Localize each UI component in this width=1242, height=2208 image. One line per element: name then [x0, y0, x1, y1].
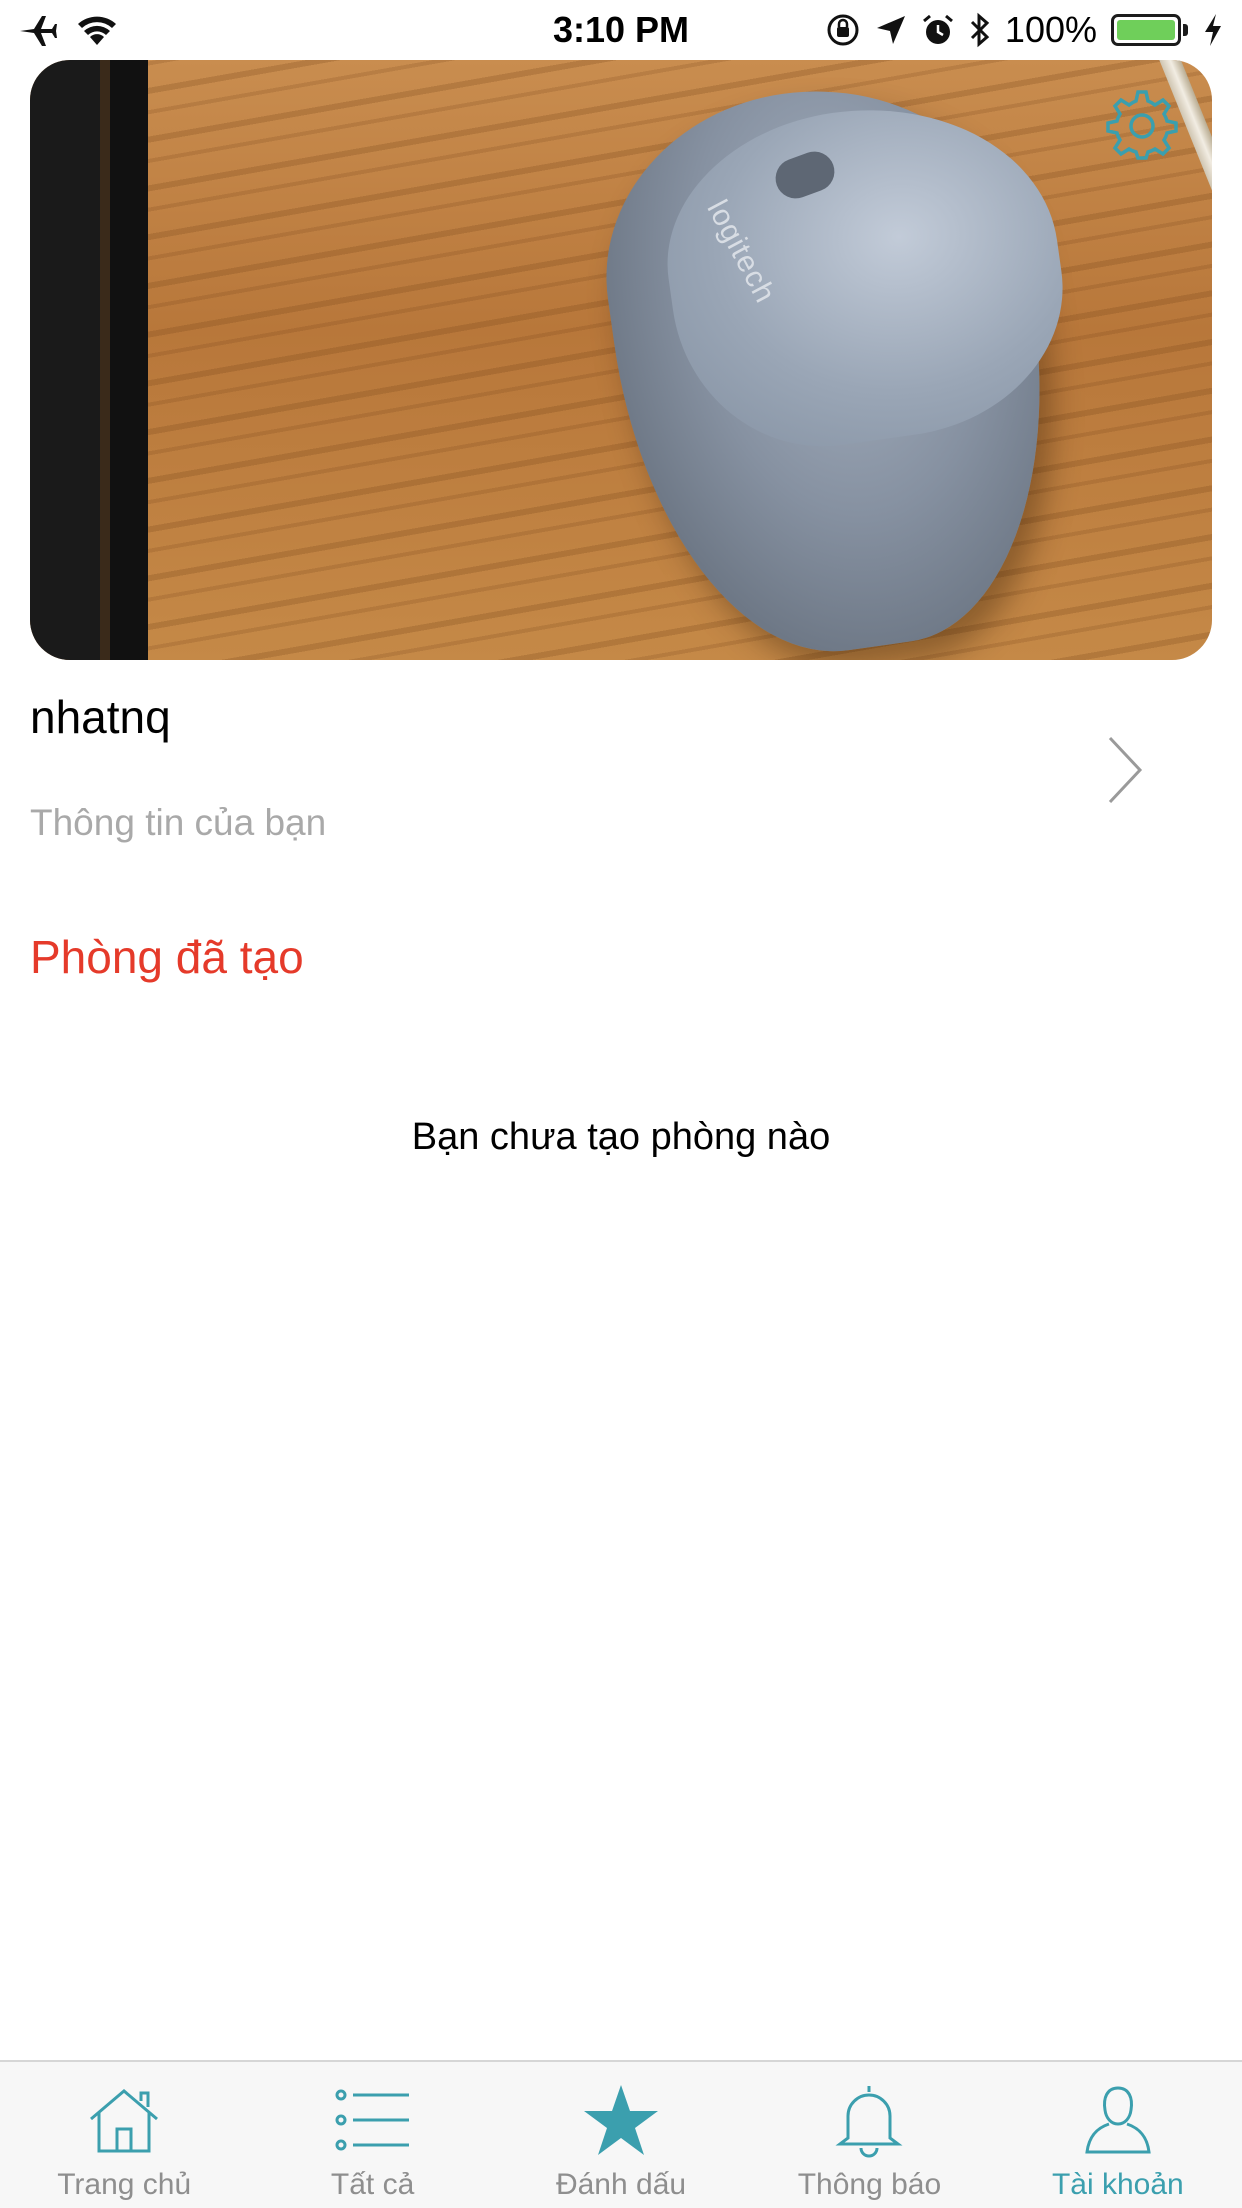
charging-icon [1202, 12, 1224, 48]
cable-dark [30, 60, 170, 660]
list-icon [333, 2080, 413, 2160]
tab-all[interactable]: Tất cả [248, 2062, 496, 2208]
tab-account[interactable]: Tài khoản [994, 2062, 1242, 2208]
status-right: 100% [825, 9, 1224, 51]
orientation-lock-icon [825, 12, 861, 48]
profile-row[interactable]: nhatnq Thông tin của bạn [30, 680, 1212, 870]
profile-subtitle: Thông tin của bạn [30, 802, 327, 843]
alarm-icon [921, 13, 955, 47]
tab-bar: Trang chủ Tất cả Đánh dấu Thông báo Tài … [0, 2060, 1242, 2208]
tab-all-label: Tất cả [330, 2168, 415, 2201]
tab-bookmarks[interactable]: Đánh dấu [497, 2062, 745, 2208]
airplane-icon [18, 12, 58, 48]
star-icon [581, 2080, 661, 2160]
wifi-icon [76, 13, 118, 47]
user-icon [1078, 2080, 1158, 2160]
chevron-right-icon [1108, 736, 1143, 804]
home-icon [84, 2080, 164, 2160]
account-screen: 100% 3:10 PM logitech nhatnq Thông tin c… [0, 0, 1242, 2208]
username: nhatnq [30, 691, 171, 743]
tab-notifications-label: Thông báo [797, 2168, 942, 2201]
tab-notifications[interactable]: Thông báo [745, 2062, 993, 2208]
tab-home[interactable]: Trang chủ [0, 2062, 248, 2208]
bell-icon [829, 2080, 909, 2160]
status-left [18, 12, 118, 48]
tab-bookmarks-label: Đánh dấu [555, 2168, 687, 2201]
battery-percent: 100% [1004, 9, 1097, 50]
tab-account-label: Tài khoản [1051, 2168, 1184, 2201]
status-bar: 100% 3:10 PM [0, 0, 1242, 60]
battery-icon [1111, 14, 1188, 46]
tab-home-label: Trang chủ [57, 2168, 192, 2201]
rooms-section-title: Phòng đã tạo [30, 931, 304, 983]
gear-icon [1106, 90, 1178, 160]
location-icon [875, 14, 907, 46]
bluetooth-icon [969, 12, 991, 48]
settings-button[interactable] [1102, 86, 1182, 166]
empty-rooms-message: Bạn chưa tạo phòng nào [411, 1116, 831, 1158]
cover-photo: logitech [30, 60, 1212, 660]
